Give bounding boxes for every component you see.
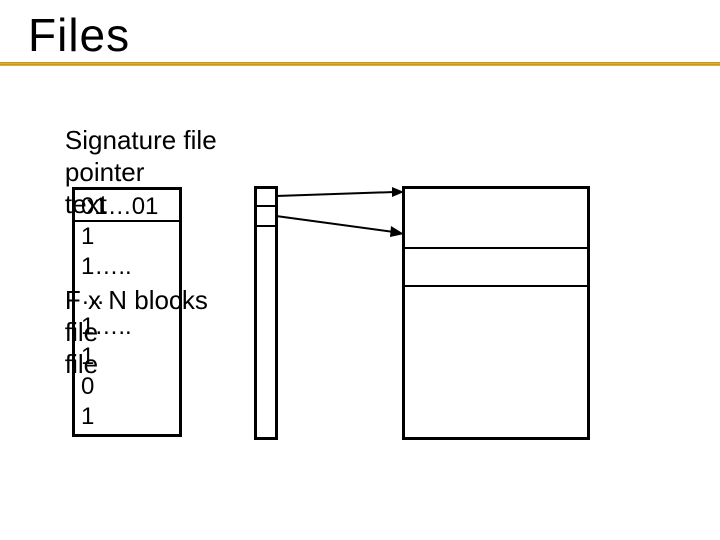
ptr-divider xyxy=(257,205,275,207)
txt-divider xyxy=(405,247,587,249)
sig-divider xyxy=(75,220,179,222)
pointer-arrow-2 xyxy=(276,206,406,246)
text-file-box xyxy=(402,186,590,440)
sig-row: 1 xyxy=(81,222,173,252)
sig-row: 1….. xyxy=(81,252,173,282)
slide-title: Files xyxy=(28,9,130,61)
label-pointer: pointer xyxy=(65,156,255,188)
ptr-divider xyxy=(257,225,275,227)
sig-row: … xyxy=(81,282,173,312)
sig-row: 0 xyxy=(81,372,173,402)
txt-divider xyxy=(405,285,587,287)
sig-row: 01…01 xyxy=(81,192,173,222)
slide-title-wrap: Files xyxy=(28,8,130,62)
sig-row: 1 xyxy=(81,342,173,372)
pointer-file-box xyxy=(254,186,278,440)
sig-row: 1 xyxy=(81,402,173,432)
title-underline xyxy=(0,62,720,66)
sig-row: 1….. xyxy=(81,312,173,342)
signature-file-box: 01…01 1 1….. … 1….. 1 0 1 xyxy=(72,187,182,437)
label-signature-file: Signature file xyxy=(65,124,253,156)
